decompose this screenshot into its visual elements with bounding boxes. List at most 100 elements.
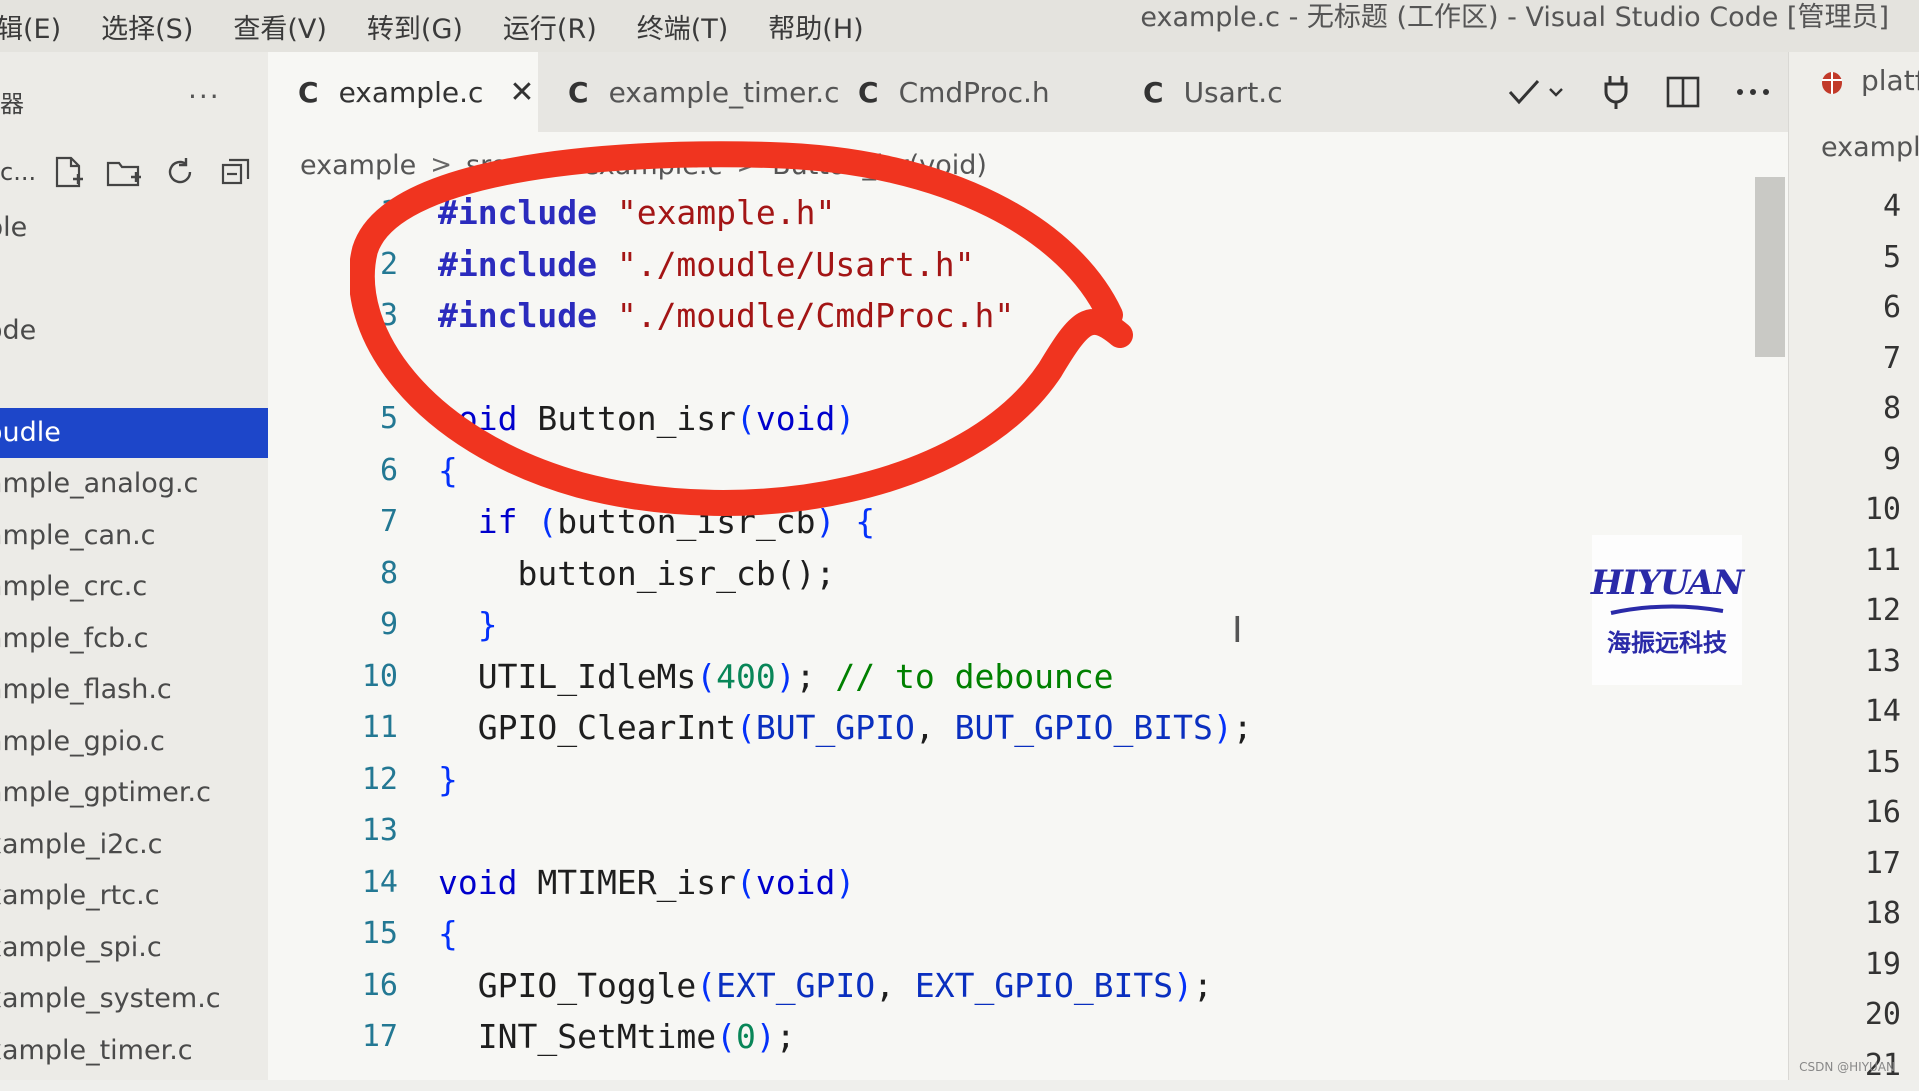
line-number: 14 bbox=[268, 857, 398, 909]
tab-label: example.c bbox=[339, 76, 484, 109]
tree-item[interactable]: xample_rtc.c bbox=[0, 870, 268, 922]
secondary-editor-panel: platf exampl 4 5 6 7 8 9 10 11 12 13 14 … bbox=[1788, 52, 1919, 1080]
tree-item[interactable]: ple bbox=[0, 202, 268, 254]
tree-item[interactable]: xample_spi.c bbox=[0, 922, 268, 974]
menu-go[interactable]: 转到(G) bbox=[367, 7, 463, 46]
line-number: 7 bbox=[1789, 334, 1901, 385]
more-actions-icon[interactable] bbox=[1736, 87, 1770, 97]
vertical-scrollbar[interactable] bbox=[1755, 177, 1785, 357]
breadcrumb-separator: > bbox=[519, 150, 541, 180]
close-icon[interactable]: ✕ bbox=[509, 75, 534, 110]
keyword: if bbox=[478, 502, 518, 541]
code-line: GPIO_Toggle(EXT_GPIO, EXT_GPIO_BITS); bbox=[438, 960, 1638, 1012]
tree-item-selected[interactable]: oudle bbox=[0, 408, 268, 458]
menu-selection[interactable]: 选择(S) bbox=[101, 7, 193, 46]
brace: } bbox=[478, 605, 498, 644]
tab-example-c[interactable]: C example.c ✕ bbox=[268, 52, 538, 132]
tree-item[interactable]: ample_gptimer.c bbox=[0, 767, 268, 819]
checkmark-icon[interactable] bbox=[1506, 77, 1566, 107]
tab-label: CmdProc.h bbox=[899, 76, 1050, 109]
tree-item[interactable]: xample_timer.c bbox=[0, 1025, 268, 1077]
brace: { bbox=[438, 451, 458, 490]
editor-actions bbox=[1488, 52, 1788, 132]
explorer-toolbar-label: c... bbox=[0, 150, 40, 194]
breadcrumb-item[interactable]: example bbox=[300, 150, 416, 181]
tree-item[interactable] bbox=[0, 357, 268, 409]
line-number: 1 bbox=[268, 187, 398, 239]
line-number: 13 bbox=[268, 805, 398, 857]
function-name: Button_isr bbox=[537, 399, 736, 438]
watermark: CSDN @HIYUAN bbox=[1799, 1060, 1895, 1074]
menu-run[interactable]: 运行(R) bbox=[503, 7, 597, 46]
new-folder-icon[interactable] bbox=[96, 150, 152, 194]
refresh-icon[interactable] bbox=[152, 150, 208, 194]
breadcrumb-item[interactable]: exampl bbox=[1821, 132, 1919, 163]
line-number: 10 bbox=[268, 651, 398, 703]
tab-example-timer-c[interactable]: C example_timer.c bbox=[538, 52, 828, 132]
collapse-all-icon[interactable] bbox=[208, 150, 264, 194]
tree-item[interactable]: ample_gpio.c bbox=[0, 716, 268, 768]
line-number: 7 bbox=[268, 496, 398, 548]
code-editor[interactable]: 1 2 3 4 5 6 7 8 9 10 11 12 13 14 15 16 1… bbox=[268, 132, 1788, 1080]
tree-item[interactable]: xample_i2c.c bbox=[0, 819, 268, 871]
line-number: 2 bbox=[268, 239, 398, 291]
menu-terminal[interactable]: 终端(T) bbox=[637, 7, 729, 46]
line-number: 13 bbox=[1789, 637, 1901, 688]
include-path: "./moudle/Usart.h" bbox=[617, 245, 975, 284]
tree-item[interactable]: ample_can.c bbox=[0, 510, 268, 562]
macro: EXT_GPIO_BITS bbox=[915, 966, 1173, 1005]
menu-help[interactable]: 帮助(H) bbox=[768, 7, 863, 46]
function-call: GPIO_ClearInt bbox=[478, 708, 736, 747]
keyword: void bbox=[756, 863, 835, 902]
menu-edit[interactable]: 辑(E) bbox=[0, 7, 61, 46]
breadcrumb-item[interactable]: src bbox=[466, 150, 505, 181]
code-line: } bbox=[438, 754, 1638, 806]
logo-swoosh bbox=[1607, 603, 1727, 617]
tree-item[interactable] bbox=[0, 254, 268, 306]
split-editor-icon[interactable] bbox=[1666, 76, 1700, 108]
code-line-empty bbox=[438, 342, 1638, 394]
tree-item[interactable]: ample_crc.c bbox=[0, 561, 268, 613]
line-number: 16 bbox=[268, 960, 398, 1012]
code-line-empty bbox=[438, 805, 1638, 857]
line-number: 9 bbox=[1789, 435, 1901, 486]
condition: button_isr_cb bbox=[557, 502, 815, 541]
breadcrumb: example > src > C example.c > Button_isr… bbox=[300, 145, 987, 185]
breadcrumb-item[interactable]: C example.c bbox=[555, 150, 722, 181]
new-file-icon[interactable] bbox=[40, 150, 96, 194]
tree-item[interactable]: xample_system.c bbox=[0, 973, 268, 1025]
editor-tab-bar: C example.c ✕ C example_timer.c C CmdPro… bbox=[268, 52, 1788, 132]
tab-label: Usart.c bbox=[1184, 76, 1283, 109]
code-line: INT_SetMtime(0); bbox=[438, 1011, 1638, 1063]
tab-cmdproc-h[interactable]: C CmdProc.h bbox=[828, 52, 1113, 132]
line-number: 15 bbox=[268, 908, 398, 960]
function-call: UTIL_IdleMs bbox=[478, 657, 697, 696]
plug-icon[interactable] bbox=[1602, 74, 1630, 110]
menu-view[interactable]: 查看(V) bbox=[233, 7, 327, 46]
explorer-more-button[interactable]: ··· bbox=[188, 80, 221, 113]
bug-icon bbox=[1817, 66, 1847, 96]
tree-item[interactable]: ode bbox=[0, 305, 268, 357]
line-number: 14 bbox=[1789, 687, 1901, 738]
breadcrumb-item[interactable]: Button_isr(void) bbox=[772, 150, 987, 181]
line-number: 17 bbox=[268, 1011, 398, 1063]
code-line: button_isr_cb(); bbox=[438, 548, 1638, 600]
tree-item[interactable]: ample_fcb.c bbox=[0, 613, 268, 665]
code-line: void Button_isr(void) bbox=[438, 393, 1638, 445]
company-logo: HIYUAN 海振远科技 bbox=[1592, 535, 1742, 685]
breadcrumb-separator: > bbox=[736, 150, 758, 180]
line-number: 3 bbox=[268, 290, 398, 342]
line-number: 18 bbox=[1789, 889, 1901, 940]
line-number: 20 bbox=[1789, 990, 1901, 1041]
tree-item[interactable]: ample_analog.c bbox=[0, 458, 268, 510]
line-number: 6 bbox=[268, 445, 398, 497]
c-file-icon: C bbox=[858, 76, 879, 109]
tab-platform[interactable]: platf bbox=[1817, 64, 1919, 97]
line-number: 11 bbox=[1789, 536, 1901, 587]
window-title: example.c - 无标题 (工作区) - Visual Studio Co… bbox=[1140, 0, 1889, 40]
include-path: "example.h" bbox=[617, 193, 836, 232]
code-line: void MTIMER_isr(void) bbox=[438, 857, 1638, 909]
tab-usart-c[interactable]: C Usart.c bbox=[1113, 52, 1363, 132]
text-cursor-icon: I bbox=[1232, 610, 1243, 651]
tree-item[interactable]: ample_flash.c bbox=[0, 664, 268, 716]
